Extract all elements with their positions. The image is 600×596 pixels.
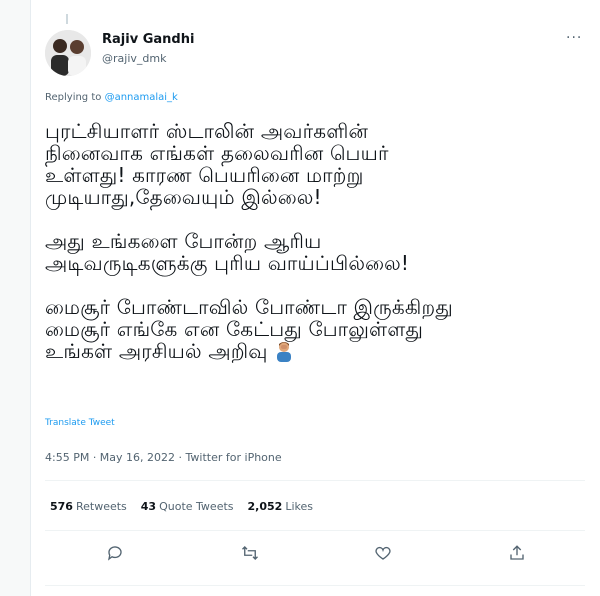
retweets-count: 576 [50, 500, 73, 513]
likes-label: Likes [285, 500, 313, 513]
like-icon [374, 544, 392, 566]
avatar[interactable] [45, 30, 91, 76]
person-facepalming-emoji-icon [274, 340, 294, 362]
translate-tweet-link[interactable]: Translate Tweet [45, 418, 115, 428]
likes-count: 2,052 [247, 500, 283, 513]
likes-stat[interactable]: 2,052 Likes [248, 500, 313, 513]
replying-to: Replying to @annamalai_k [45, 92, 178, 103]
share-icon [508, 544, 526, 566]
divider [45, 480, 585, 481]
divider [45, 585, 585, 586]
author-name[interactable]: Rajiv Gandhi [102, 32, 194, 47]
more-options-button[interactable]: ··· [566, 30, 582, 46]
reply-button[interactable] [100, 540, 130, 570]
tweet-paragraph: அது உங்களை போன்ற ஆரிய அடிவருடிகளுக்கு பு… [45, 230, 590, 274]
quote-tweets-stat[interactable]: 43 Quote Tweets [141, 500, 234, 513]
retweets-label: Retweets [75, 500, 127, 513]
retweets-stat[interactable]: 576 Retweets [50, 500, 127, 513]
quotes-label: Quote Tweets [159, 500, 234, 513]
tweet-paragraph: மைசூர் போண்டாவில் போண்டா இருக்கிறது மைசூ… [45, 296, 590, 362]
author-handle[interactable]: @rajiv_dmk [102, 52, 166, 65]
tweet-text: புரட்சியாளர் ஸ்டாலின் அவர்களின் நினைவாக … [45, 120, 590, 384]
tweet-line: முடியாது,தேவையும் இல்லை! [45, 185, 322, 209]
tweet-line: உங்கள் அரசியல் அறிவு [45, 339, 268, 363]
tweet-stats: 576 Retweets 43 Quote Tweets 2,052 Likes [50, 500, 313, 513]
like-button[interactable] [368, 540, 398, 570]
tweet-timestamp[interactable]: 4:55 PM · May 16, 2022 · Twitter for iPh… [45, 451, 282, 464]
retweet-icon [241, 544, 259, 566]
tweet-line: உள்ளது! காரண பெயரினை மாற்று [45, 163, 364, 187]
quotes-count: 43 [140, 500, 157, 513]
reply-icon [106, 544, 124, 566]
divider [45, 530, 585, 531]
tweet-line: நினைவாக எங்கள் தலைவரின பெயர் [45, 141, 389, 165]
tweet-line-with-emoji: உங்கள் அரசியல் அறிவு [45, 340, 590, 362]
tweet-line: அடிவருடிகளுக்கு புரிய வாய்ப்பில்லை! [45, 251, 410, 275]
tweet-line: மைசூர் எங்கே என கேட்பது போலுள்ளது [45, 317, 424, 341]
tweet-line: புரட்சியாளர் ஸ்டாலின் அவர்களின் [45, 119, 369, 143]
thread-line [66, 14, 68, 24]
retweet-button[interactable] [235, 540, 265, 570]
tweet-line: அது உங்களை போன்ற ஆரிய [45, 229, 322, 253]
tweet-paragraph: புரட்சியாளர் ஸ்டாலின் அவர்களின் நினைவாக … [45, 120, 590, 208]
share-button[interactable] [502, 540, 532, 570]
replying-to-link[interactable]: @annamalai_k [105, 92, 178, 103]
tweet-line: மைசூர் போண்டாவில் போண்டா இருக்கிறது [45, 295, 453, 319]
replying-prefix: Replying to [45, 92, 105, 103]
tweet-actions [45, 540, 585, 570]
